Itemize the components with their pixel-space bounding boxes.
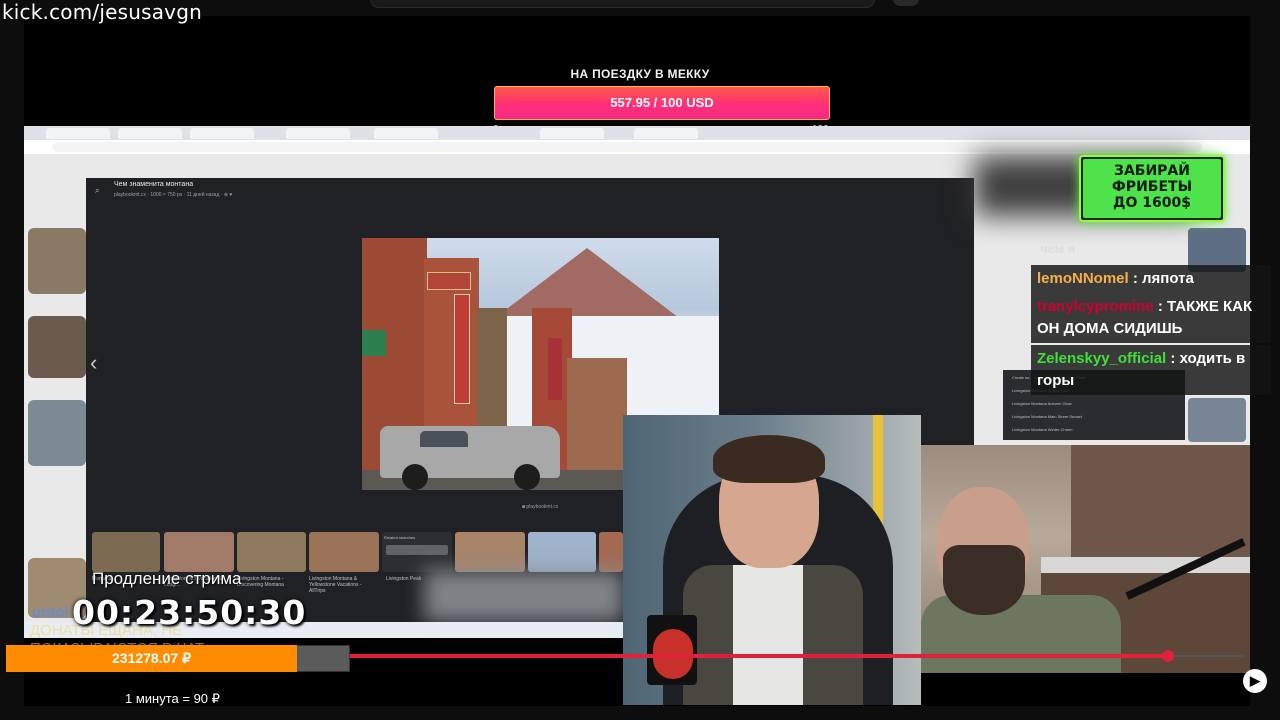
image-source-caption[interactable]: ■ playbookmt.cx <box>522 504 558 510</box>
donation-goal-amount: 557.95 / 100 USD <box>610 95 714 110</box>
video-progress-bar[interactable] <box>350 654 1168 658</box>
left-result-thumbnails <box>24 156 86 636</box>
panel-row[interactable]: Livingston Montana Main Street Sunset <box>1012 414 1082 419</box>
guest-beard <box>943 545 1025 615</box>
browser-tab <box>46 128 110 139</box>
thumb-label: Livingston Montana & Yellowstone Vacatio… <box>309 576 362 594</box>
donor-name-ghost: untoi <box>32 604 69 621</box>
donation-rate: 1 минута = 90 ₽ <box>125 691 220 706</box>
related-thumbnail[interactable] <box>455 532 525 572</box>
related-thumbnail[interactable] <box>599 532 623 572</box>
result-thumbnail <box>28 228 86 294</box>
chat-message: lemoNNomel : ляпота <box>1031 265 1271 293</box>
blurred-region <box>424 570 624 622</box>
panel-row[interactable]: Livingston Montana Autumn Glow <box>1012 401 1072 406</box>
result-thumbnail <box>1188 398 1246 442</box>
truck-wheel <box>402 464 428 490</box>
promo-text: ЗАБИРАЙ ФРИБЕТЫ ДО 1600$ <box>1083 163 1221 211</box>
chat-username[interactable]: lemoNNomel <box>1037 270 1129 287</box>
chat-message: tranylcypromine : ТАКЖЕ КАК ОН ДОМА СИДИ… <box>1031 293 1271 343</box>
channel-url[interactable]: kick.com/jesusavgn <box>2 0 202 24</box>
thumb-label: Livingston Montana - Discovering Montana <box>237 576 284 588</box>
webcam-guest <box>921 445 1250 673</box>
promo-line: ДО 1600$ <box>1113 195 1191 211</box>
goal-max-label: 100 <box>812 124 829 135</box>
browser-tab <box>286 128 350 139</box>
promo-line: ФРИБЕТЫ <box>1111 179 1193 195</box>
chat-partial-message: чем я <box>1040 241 1076 253</box>
thumb-label: Livingston Peak <box>386 576 422 582</box>
chat-message: Zelenskyy_official : ходить в горы <box>1031 345 1271 395</box>
video-scrub-handle[interactable] <box>1162 650 1174 662</box>
related-thumbnail[interactable] <box>528 532 596 572</box>
streamer-hair <box>713 435 825 483</box>
viewer-title: Чем знаменита монтана <box>114 181 194 188</box>
search-icon[interactable]: ⌕ <box>95 186 99 196</box>
promo-line: ЗАБИРАЙ <box>1114 163 1190 179</box>
donation-goal-title: НА ПОЕЗДКУ В МЕККУ <box>570 67 710 81</box>
related-search-chip[interactable] <box>386 545 448 555</box>
storefront-sign <box>548 338 562 400</box>
top-menu-button[interactable] <box>893 0 919 6</box>
related-thumbnail[interactable] <box>164 532 234 572</box>
white-tee <box>733 565 803 705</box>
truck-window <box>420 431 468 447</box>
browser-tab <box>190 128 254 139</box>
related-searches-label: Related searches <box>384 535 416 540</box>
donation-total-amount: 231278.07 ₽ <box>112 650 191 666</box>
result-thumbnail <box>28 400 86 466</box>
chevron-left-icon[interactable]: ‹ <box>90 350 97 376</box>
extension-timer: 00:23:50:30 <box>72 593 307 632</box>
viewer-meta: playbookmt.cx · 1000 × 750 px · 11 дней … <box>114 192 233 198</box>
related-thumbnail[interactable] <box>92 532 160 572</box>
extension-title: Продление стрима <box>92 569 242 588</box>
kick-play-icon[interactable]: ▶ <box>1243 669 1267 693</box>
kitchen-counter <box>1041 557 1250 573</box>
browser-url-field <box>52 142 1202 152</box>
related-thumbnail[interactable] <box>237 532 306 572</box>
storefront-sign <box>427 272 471 290</box>
webcam-streamer <box>623 415 921 705</box>
browser-tab <box>540 128 604 139</box>
video-progress-remaining[interactable] <box>1174 655 1244 657</box>
guest-shirt <box>921 595 1121 673</box>
browser-tab-strip <box>24 126 1250 140</box>
chat-username[interactable]: tranylcypromine <box>1037 298 1154 315</box>
truck-wheel <box>514 464 540 490</box>
related-thumbnail[interactable] <box>309 532 379 572</box>
result-thumbnail <box>28 316 86 378</box>
chat-username[interactable]: Zelenskyy_official <box>1037 350 1166 367</box>
storefront-sign <box>362 330 386 356</box>
storefront-sign <box>454 294 470 404</box>
top-search-bar[interactable] <box>370 0 875 8</box>
browser-tab <box>118 128 182 139</box>
browser-tab <box>634 128 698 139</box>
panel-row[interactable]: Livingston Montana Winter Charm <box>1012 427 1072 432</box>
goal-min-label: 0 <box>493 124 499 135</box>
browser-tab <box>374 128 438 139</box>
chat-text: : ляпота <box>1132 270 1194 287</box>
